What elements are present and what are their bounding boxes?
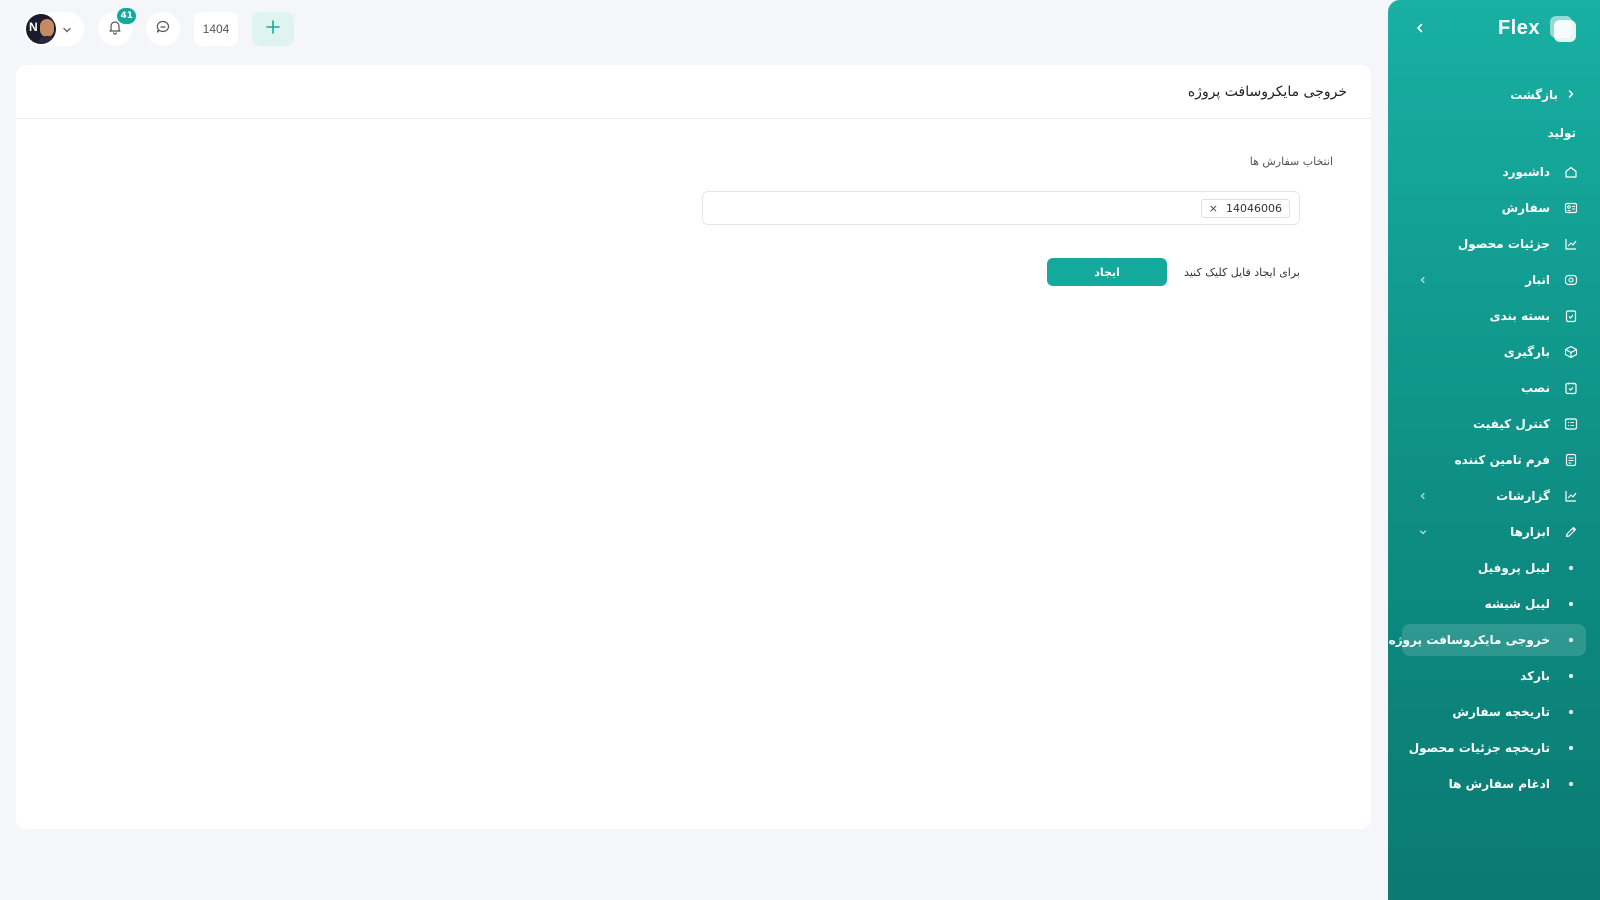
clipboard-check-icon [1562, 307, 1580, 325]
bullet-icon [1562, 782, 1580, 786]
bullet-icon [1562, 566, 1580, 570]
home-icon [1562, 163, 1580, 181]
remove-chip-icon[interactable]: × [1209, 202, 1218, 215]
messages-button[interactable] [146, 12, 180, 46]
sidebar-item-reports[interactable]: گزارشات [1388, 478, 1600, 514]
bullet-icon [1562, 602, 1580, 606]
chat-bubble-icon [155, 19, 171, 39]
sidebar-item-label: لیبل شیشه [1484, 597, 1550, 611]
sidebar-item-ms-project-export[interactable]: خروجی مایکروسافت پروژه [1388, 622, 1600, 658]
sidebar-item-label: تاریخچه جزئیات محصول [1408, 741, 1550, 755]
chart-line-icon [1562, 487, 1580, 505]
sidebar-item-label: خروجی مایکروسافت پروژه [1388, 633, 1550, 647]
fiscal-year-selector[interactable]: 1404 [194, 12, 238, 46]
main-card: خروجی مایکروسافت پروژه انتخاب سفارش ها 1… [16, 65, 1371, 829]
user-menu[interactable]: N [24, 12, 84, 46]
sidebar-item-label: داشبورد [1502, 165, 1550, 179]
list-icon [1562, 415, 1580, 433]
orders-field-label: انتخاب سفارش ها [1249, 155, 1333, 168]
sidebar-item-merge-orders[interactable]: ادغام سفارش ها [1388, 766, 1600, 802]
sidebar-item-profile-label[interactable]: لیبل پروفیل [1388, 550, 1600, 586]
sidebar-item-quality-control[interactable]: کنترل کیفیت [1388, 406, 1600, 442]
avatar: N [26, 14, 56, 44]
sidebar-header: Flex [1388, 0, 1600, 58]
sidebar-item-label: بارکد [1520, 669, 1550, 683]
avatar-initial: N [29, 20, 38, 34]
create-hint: برای ایجاد فایل کلیک کنید [1184, 265, 1300, 279]
sidebar-item-barcode[interactable]: بارکد [1388, 658, 1600, 694]
selected-order-chip: 14046006 × [1200, 198, 1290, 218]
sidebar-item-label: سفارش [1501, 201, 1550, 215]
top-toolbar: N 41 1404 [24, 8, 294, 46]
page-title: خروجی مایکروسافت پروژه [1187, 83, 1347, 100]
sidebar-item-loading[interactable]: بارگیری [1388, 334, 1600, 370]
notifications-button[interactable]: 41 [98, 8, 136, 46]
chevron-left-icon [1416, 489, 1430, 503]
chevron-down-icon [62, 20, 72, 39]
sidebar-collapse-button[interactable] [1410, 18, 1430, 38]
sidebar-item-label: کنترل کیفیت [1473, 417, 1550, 431]
sidebar-item-product-details-history[interactable]: تاریخچه جزئیات محصول [1388, 730, 1600, 766]
sidebar-section-title: تولید [1547, 126, 1576, 140]
sidebar-menu: داشبورد سفارش جزئیات محصول انبار بسته بن… [1388, 154, 1600, 802]
sidebar-item-order-history[interactable]: تاریخچه سفارش [1388, 694, 1600, 730]
sidebar: Flex بازگشت تولید داشبورد سفارش جزئیات م… [1388, 0, 1600, 900]
bullet-icon [1562, 674, 1580, 678]
orders-multiselect[interactable]: 14046006 × [702, 191, 1300, 225]
card-header: خروجی مایکروسافت پروژه [16, 65, 1371, 119]
sidebar-item-supplier-form[interactable]: فرم تامین کننده [1388, 442, 1600, 478]
chevron-right-icon [1566, 88, 1576, 102]
sidebar-item-label: بارگیری [1503, 345, 1550, 359]
sidebar-back-label: بازگشت [1510, 88, 1558, 102]
create-row: برای ایجاد فایل کلیک کنید ایجاد [1047, 258, 1300, 286]
logo: Flex [1498, 14, 1576, 42]
sidebar-item-label: نصب [1520, 381, 1550, 395]
document-icon [1562, 451, 1580, 469]
sidebar-item-orders[interactable]: سفارش [1388, 190, 1600, 226]
sidebar-item-glass-label[interactable]: لیبل شیشه [1388, 586, 1600, 622]
bullet-icon [1562, 710, 1580, 714]
logo-mark-icon [1548, 14, 1576, 42]
sidebar-back-link[interactable]: بازگشت [1510, 88, 1576, 102]
bullet-icon [1562, 746, 1580, 750]
notification-badge: 41 [117, 8, 136, 24]
bullet-icon [1562, 638, 1580, 642]
sidebar-item-label: فرم تامین کننده [1454, 453, 1550, 467]
sidebar-item-dashboard[interactable]: داشبورد [1388, 154, 1600, 190]
sidebar-item-tools[interactable]: ابزارها [1388, 514, 1600, 550]
sidebar-item-label: جزئیات محصول [1457, 237, 1550, 251]
plus-icon [265, 19, 281, 39]
sidebar-item-warehouse[interactable]: انبار [1388, 262, 1600, 298]
selected-order-value: 14046006 [1226, 201, 1282, 215]
chevron-left-icon [1414, 19, 1426, 38]
box-icon [1562, 343, 1580, 361]
sidebar-item-label: تاریخچه سفارش [1452, 705, 1550, 719]
sidebar-item-product-details[interactable]: جزئیات محصول [1388, 226, 1600, 262]
sidebar-item-label: ابزارها [1510, 525, 1550, 539]
sidebar-item-label: انبار [1525, 273, 1550, 287]
chevron-down-icon [1416, 525, 1430, 539]
chart-line-icon [1562, 235, 1580, 253]
id-card-icon [1562, 199, 1580, 217]
logo-text: Flex [1497, 16, 1540, 39]
calendar-check-icon [1562, 379, 1580, 397]
add-button[interactable] [252, 12, 294, 46]
sidebar-item-packaging[interactable]: بسته بندی [1388, 298, 1600, 334]
sidebar-item-installation[interactable]: نصب [1388, 370, 1600, 406]
sidebar-item-label: بسته بندی [1489, 309, 1550, 323]
sidebar-item-label: ادغام سفارش ها [1448, 777, 1550, 791]
sidebar-item-label: لیبل پروفیل [1477, 561, 1550, 575]
create-button[interactable]: ایجاد [1047, 258, 1168, 286]
pencil-icon [1562, 523, 1580, 541]
warehouse-icon [1562, 271, 1580, 289]
chevron-left-icon [1416, 273, 1430, 287]
sidebar-item-label: گزارشات [1496, 489, 1550, 503]
